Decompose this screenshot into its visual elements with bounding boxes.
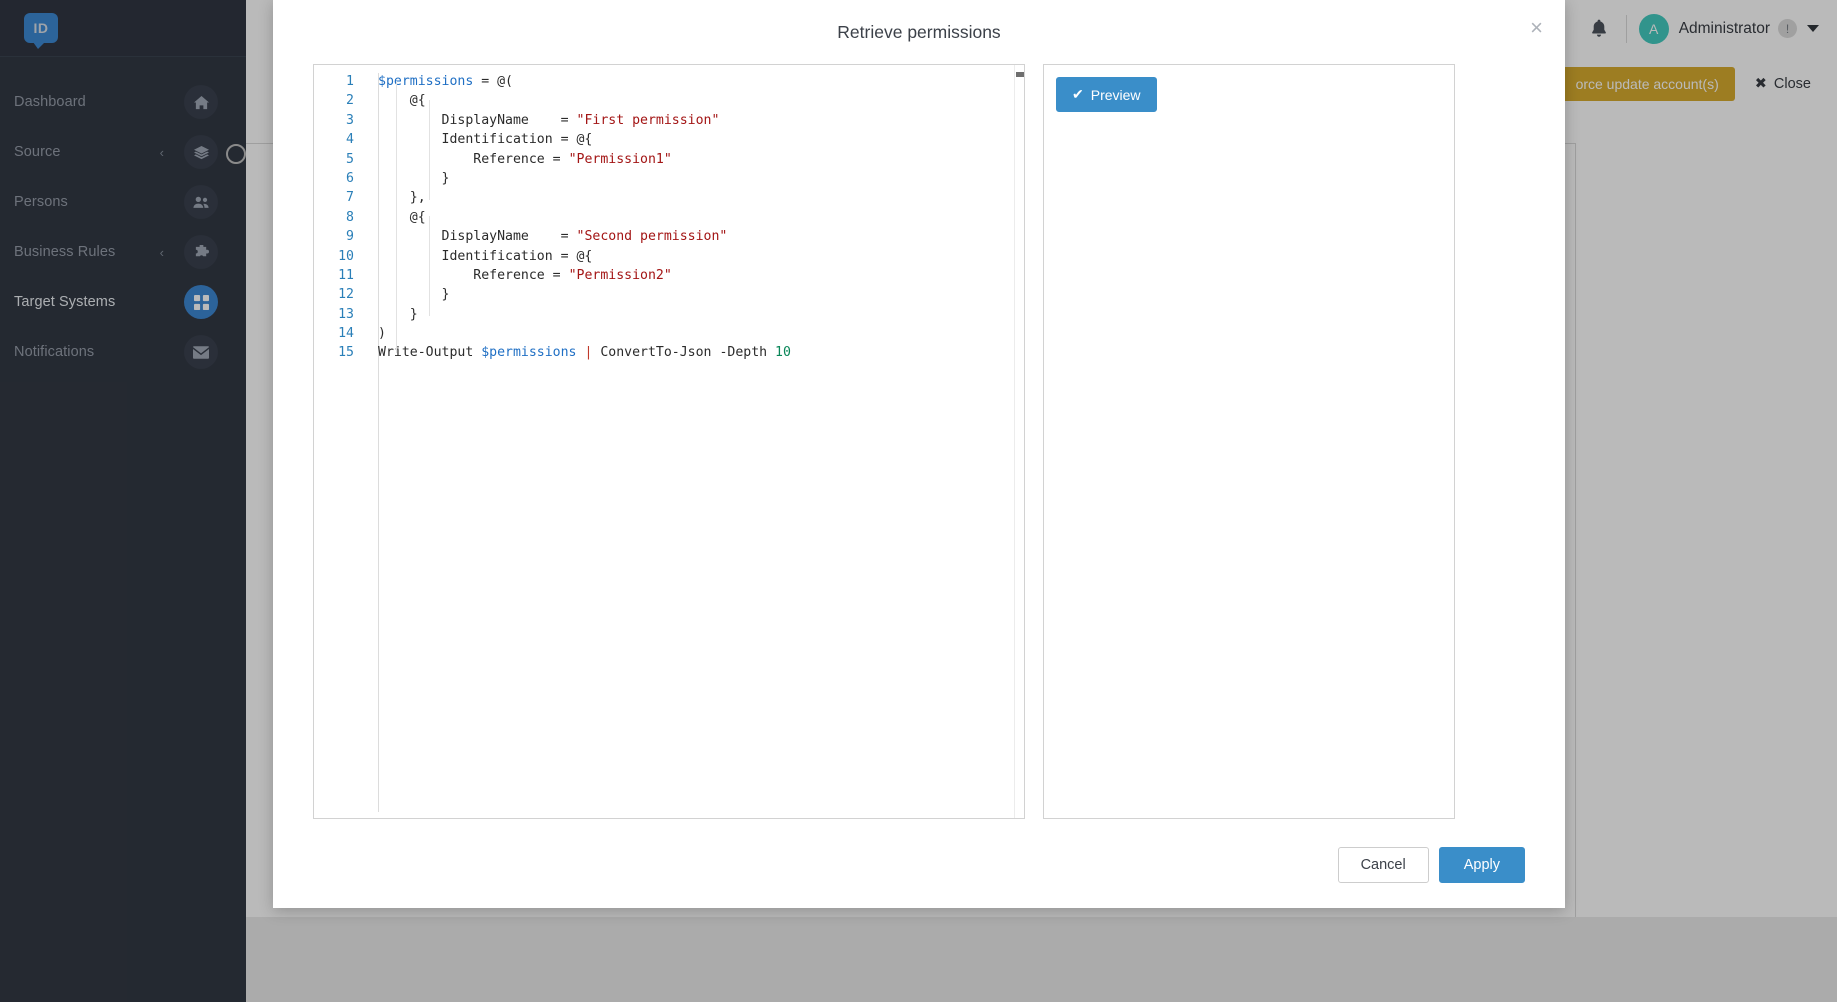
line-number: 6 — [346, 170, 354, 186]
line-number: 11 — [338, 267, 354, 283]
code-line-text: DisplayName = "Second permission" — [366, 227, 728, 246]
code-lines[interactable]: 1 $permissions = @(2 @{3 DisplayName = "F… — [314, 65, 1024, 363]
code-line-text: Identification = @{ — [366, 130, 593, 149]
code-token-plain: Identification = @{ — [378, 132, 593, 148]
code-token-plain: }, — [378, 190, 426, 206]
code-line[interactable]: 9 DisplayName = "Second permission" — [314, 227, 1024, 246]
modal-body: 1 $permissions = @(2 @{3 DisplayName = "F… — [273, 64, 1565, 819]
code-line-text: } — [366, 285, 450, 304]
code-line[interactable]: 15 Write-Output $permissions | ConvertTo-… — [314, 343, 1024, 362]
code-token-plain: Reference = — [378, 267, 569, 283]
modal-header: Retrieve permissions × — [273, 0, 1565, 64]
code-token-plain: = @( — [473, 74, 513, 89]
code-token-plain: Identification = @{ — [378, 248, 593, 264]
code-line[interactable]: 1 $permissions = @( — [314, 72, 1024, 91]
close-icon[interactable]: × — [1530, 17, 1543, 39]
code-token-str: "Permission2" — [568, 267, 672, 283]
code-token-plain: Write-Output — [378, 345, 482, 361]
preview-button-label: Preview — [1090, 86, 1141, 103]
code-line[interactable]: 7 }, — [314, 188, 1024, 207]
code-line[interactable]: 11 Reference = "Permission2" — [314, 266, 1024, 285]
line-number: 12 — [338, 287, 354, 303]
preview-button[interactable]: ✔ Preview — [1056, 77, 1157, 112]
line-number: 7 — [346, 190, 354, 206]
code-editor[interactable]: 1 $permissions = @(2 @{3 DisplayName = "F… — [313, 64, 1025, 819]
code-token-plain: ) — [378, 326, 386, 342]
code-line[interactable]: 5 Reference = "Permission1" — [314, 150, 1024, 169]
code-line-text: $permissions = @( — [366, 72, 513, 91]
retrieve-permissions-modal: Retrieve permissions × 1 $permissions = @… — [273, 0, 1565, 908]
line-number: 1 — [346, 74, 354, 89]
code-line[interactable]: 14) — [314, 324, 1024, 343]
app-root: ID Dashboard Source ‹ Persons Business Rules… — [0, 0, 1837, 1002]
code-token-plain: } — [378, 306, 418, 322]
code-line[interactable]: 3 DisplayName = "First permission" — [314, 111, 1024, 130]
line-number: 2 — [346, 93, 354, 109]
check-icon: ✔ — [1072, 86, 1084, 102]
code-line-text: ) — [366, 324, 386, 343]
line-number: 15 — [338, 345, 354, 361]
code-line[interactable]: 10 Identification = @{ — [314, 247, 1024, 266]
line-number: 10 — [338, 248, 354, 264]
code-token-plain: Reference = — [378, 151, 569, 167]
code-token-plain: ConvertTo-Json -Depth — [592, 345, 776, 361]
code-token-var: $permissions — [378, 74, 474, 89]
code-line[interactable]: 6 } — [314, 169, 1024, 188]
code-line[interactable]: 4 Identification = @{ — [314, 130, 1024, 149]
code-token-plain: } — [378, 287, 450, 303]
code-line-text: Reference = "Permission2" — [366, 266, 672, 285]
line-number: 9 — [346, 229, 354, 245]
code-token-str: "First permission" — [576, 112, 720, 128]
code-line-text: Identification = @{ — [366, 247, 593, 266]
code-line[interactable]: 12 } — [314, 285, 1024, 304]
indent-guide — [428, 216, 430, 316]
line-number: 5 — [346, 151, 354, 167]
code-line[interactable]: 2 @{ — [314, 91, 1024, 110]
code-line-text: } — [366, 169, 450, 188]
apply-button[interactable]: Apply — [1438, 847, 1525, 883]
line-number: 14 — [338, 326, 354, 342]
code-token-plain: @{ — [378, 209, 426, 225]
code-line-text: } — [366, 305, 418, 324]
indent-guide — [396, 81, 397, 353]
code-token-num: 10 — [775, 345, 791, 361]
cancel-button[interactable]: Cancel — [1337, 847, 1429, 883]
code-line[interactable]: 8 @{ — [314, 208, 1024, 227]
line-number: 3 — [346, 112, 354, 128]
code-line[interactable]: 13 } — [314, 305, 1024, 324]
code-line-text: Reference = "Permission1" — [366, 150, 672, 169]
code-token-str: "Permission1" — [568, 151, 672, 167]
code-token-var: $permissions — [481, 345, 577, 361]
indent-guide — [428, 100, 430, 200]
code-token-str: "Second permission" — [576, 229, 728, 245]
line-number: 13 — [338, 306, 354, 322]
modal-footer: Cancel Apply — [273, 819, 1565, 883]
code-token-plain: } — [378, 170, 450, 186]
code-token-plain: DisplayName = — [378, 229, 577, 245]
line-number: 8 — [346, 209, 354, 225]
code-token-plain: @{ — [378, 93, 426, 109]
line-number: 4 — [346, 132, 354, 148]
code-line-text: Write-Output $permissions | ConvertTo-Js… — [366, 343, 791, 362]
code-line-text: DisplayName = "First permission" — [366, 111, 720, 130]
editor-scrollbar[interactable] — [1014, 65, 1024, 818]
code-token-plain: DisplayName = — [378, 112, 577, 128]
preview-panel: ✔ Preview — [1043, 64, 1455, 819]
modal-title: Retrieve permissions — [837, 21, 1001, 42]
